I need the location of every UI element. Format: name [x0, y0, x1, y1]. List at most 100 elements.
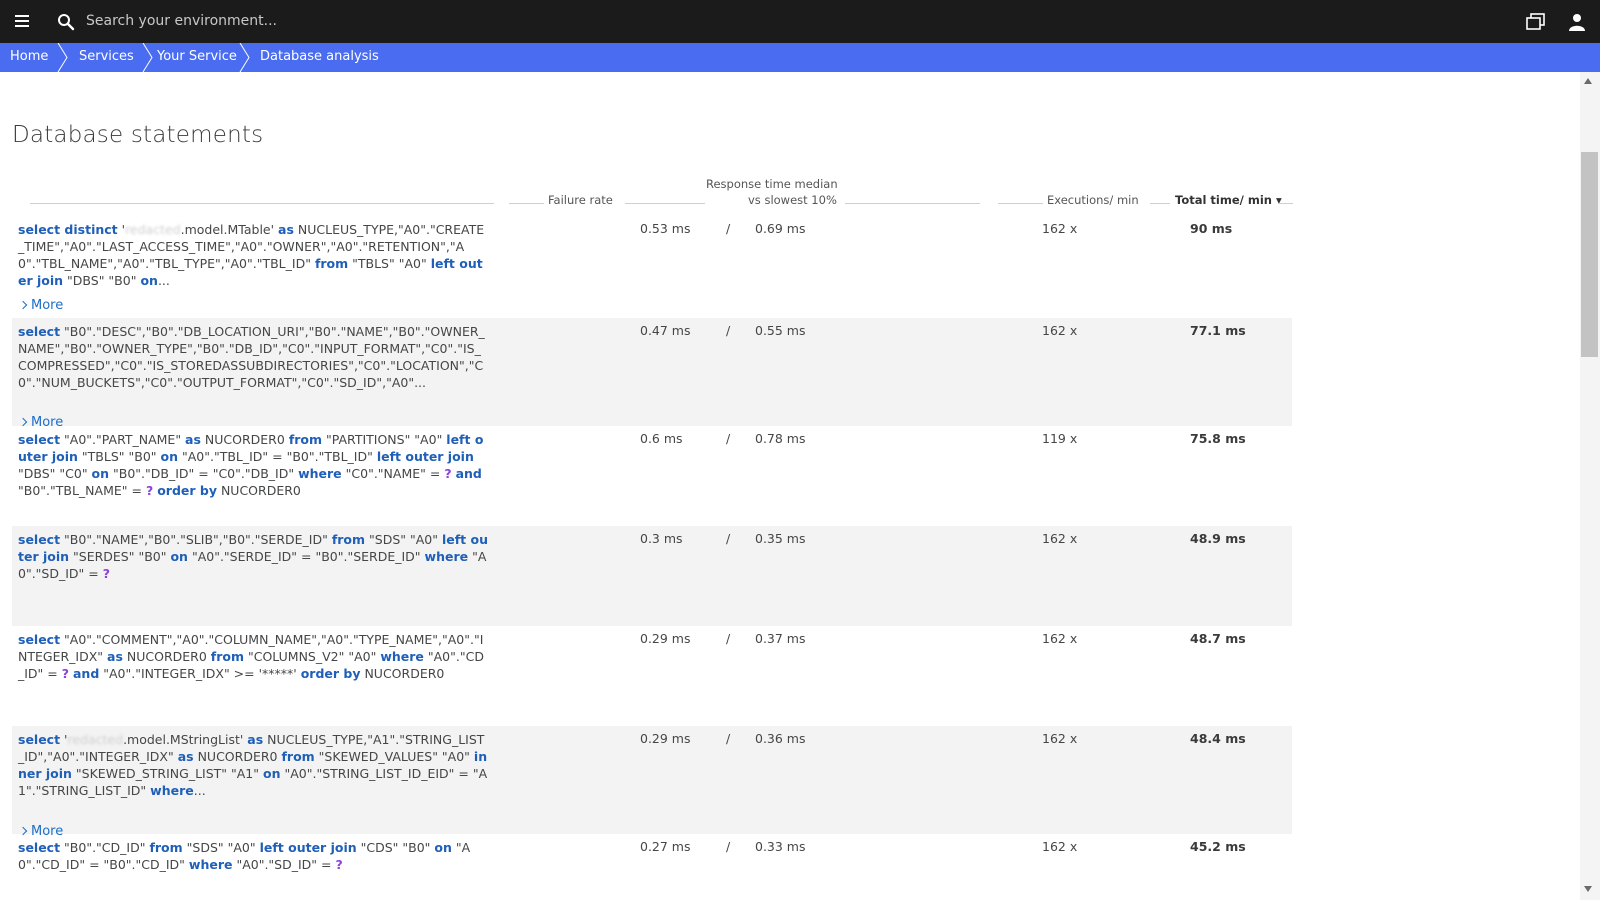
breadcrumb-home[interactable]: Home — [10, 43, 48, 72]
sql-statement[interactable]: select "B0"."NAME","B0"."SLIB","B0"."SER… — [18, 531, 488, 582]
sql-keyword: where — [150, 783, 194, 798]
sql-keyword: ? — [335, 857, 343, 872]
sql-keyword: select — [18, 432, 61, 447]
sql-keyword: on — [263, 766, 281, 781]
sql-text: "SERDES" "B0" — [69, 549, 171, 564]
time-separator: / — [726, 839, 731, 854]
total-time-value: 75.8 ms — [1190, 431, 1246, 446]
sql-text: NUCORDER0 — [193, 749, 282, 764]
sql-keyword: select — [18, 324, 61, 339]
hamburger-menu-icon[interactable] — [15, 15, 29, 27]
slowest-response-time: 0.78 ms — [755, 431, 806, 446]
total-time-value: 48.4 ms — [1190, 731, 1246, 746]
sql-text: "A0"."SERDE_ID" = "B0"."SERDE_ID" — [187, 549, 425, 564]
breadcrumb-your-service[interactable]: Your Service — [157, 43, 237, 72]
slowest-response-time: 0.35 ms — [755, 531, 806, 546]
sql-keyword: and — [72, 666, 100, 681]
sql-keyword: where — [424, 549, 469, 564]
breadcrumb-separator-icon — [57, 43, 68, 72]
sql-keyword: on — [91, 466, 110, 481]
windows-icon[interactable] — [1526, 13, 1546, 31]
sql-keyword: on — [140, 273, 158, 288]
breadcrumb-separator-icon — [239, 43, 250, 72]
slowest-response-time: 0.33 ms — [755, 839, 806, 854]
sql-keyword: select — [18, 532, 61, 547]
header-divider — [998, 203, 1043, 204]
time-separator: / — [726, 531, 731, 546]
sql-text: "A0"."TBL_ID" = "B0"."TBL_ID" — [178, 449, 377, 464]
total-time-value: 48.7 ms — [1190, 631, 1246, 646]
executions-value: 162 x — [1042, 323, 1078, 338]
sql-text: "SDS" "A0" — [182, 840, 260, 855]
sql-text: "B0"."NAME","B0"."SLIB","B0"."SERDE_ID" — [60, 532, 332, 547]
more-link[interactable]: More — [18, 298, 64, 313]
more-link[interactable]: More — [18, 415, 63, 430]
sql-statement[interactable]: select "B0"."DESC","B0"."DB_LOCATION_URI… — [18, 323, 488, 391]
sql-keyword: where — [188, 857, 233, 872]
executions-value: 119 x — [1042, 431, 1078, 446]
breadcrumb-separator-icon — [142, 43, 153, 72]
median-response-time: 0.6 ms — [640, 431, 683, 446]
more-label: More — [31, 298, 64, 313]
sql-text: NUCORDER0 — [122, 649, 211, 664]
chevron-right-icon — [18, 417, 28, 427]
sql-statement[interactable]: select "A0"."PART_NAME" as NUCORDER0 fro… — [18, 431, 488, 499]
sql-keyword: from — [314, 256, 349, 271]
sql-text: "TBLS" "A0" — [348, 256, 431, 271]
sql-text: "DBS" "B0" — [63, 273, 141, 288]
column-header-executions[interactable]: Executions/ min — [1047, 193, 1139, 207]
sql-keyword: as — [278, 222, 294, 237]
sql-text: .model.MTable' — [180, 222, 279, 237]
top-bar — [0, 0, 1600, 43]
search-input[interactable] — [86, 10, 686, 32]
sql-statement[interactable]: select "A0"."COMMENT","A0"."COLUMN_NAME"… — [18, 631, 488, 682]
sql-text: ... — [193, 783, 206, 798]
more-label: More — [31, 824, 64, 839]
sql-text: "COLUMNS_V2" "A0" — [244, 649, 381, 664]
total-time-value: 90 ms — [1190, 221, 1233, 236]
sql-text: "B0"."DB_ID" = "C0"."DB_ID" — [109, 466, 299, 481]
sql-text: "SKEWED_STRING_LIST" "A1" — [71, 766, 263, 781]
sql-text: NUCORDER0 — [200, 432, 289, 447]
user-icon[interactable] — [1568, 13, 1586, 31]
sql-keyword: where — [298, 466, 342, 481]
header-divider — [509, 203, 544, 204]
slowest-response-time: 0.36 ms — [755, 731, 806, 746]
breadcrumb-services[interactable]: Services — [79, 43, 134, 72]
more-link[interactable]: More — [18, 824, 64, 839]
sql-text: "A0"."PART_NAME" — [60, 432, 186, 447]
sql-keyword: on — [160, 449, 179, 464]
sql-statement[interactable]: select 'redacted.model.MStringList' as N… — [18, 731, 488, 799]
sql-statement[interactable]: select "B0"."CD_ID" from "SDS" "A0" left… — [18, 839, 488, 873]
sql-keyword: from — [288, 432, 323, 447]
sql-text: .model.MStringList' — [123, 732, 248, 747]
scrollbar-thumb[interactable] — [1581, 152, 1598, 357]
executions-value: 162 x — [1042, 839, 1078, 854]
header-divider — [1150, 203, 1170, 204]
sql-keyword: select — [18, 632, 61, 647]
sql-statement[interactable]: select distinct 'redacted.model.MTable' … — [18, 221, 488, 289]
sql-text: "C0"."NAME" = — [341, 466, 445, 481]
column-header-total-time[interactable]: Total time/ min ▾ — [1175, 193, 1282, 207]
median-response-time: 0.3 ms — [640, 531, 683, 546]
sql-keyword: from — [331, 532, 366, 547]
sql-text: "PARTITIONS" "A0" — [322, 432, 447, 447]
chevron-right-icon — [18, 826, 28, 836]
column-header-failure-rate[interactable]: Failure rate — [548, 193, 613, 207]
sql-keyword: ? — [102, 566, 110, 581]
median-response-time: 0.27 ms — [640, 839, 691, 854]
scroll-down-arrow-icon[interactable] — [1584, 886, 1592, 892]
slowest-response-time: 0.69 ms — [755, 221, 806, 236]
sql-keyword: select — [18, 732, 61, 747]
time-separator: / — [726, 221, 731, 236]
scroll-up-arrow-icon[interactable] — [1584, 78, 1592, 84]
sql-keyword: ? — [61, 666, 69, 681]
sql-keyword: select distinct — [18, 222, 118, 237]
sql-text: "CDS" "B0" — [356, 840, 435, 855]
column-header-response-time[interactable]: Response time median — [706, 177, 838, 191]
sql-keyword: on — [434, 840, 452, 855]
header-divider — [1278, 203, 1293, 204]
chevron-right-icon — [18, 300, 28, 310]
sql-keyword: from — [210, 649, 244, 664]
header-divider — [30, 203, 494, 204]
